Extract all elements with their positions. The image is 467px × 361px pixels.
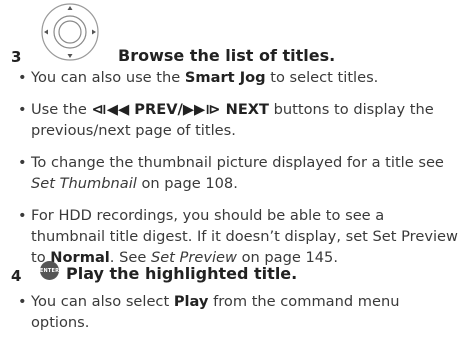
enter-button-icon: ENTER (40, 261, 59, 280)
step-4-bullets: You can also select Play from the comman… (18, 291, 448, 333)
list-item: For HDD recordings, you should be able t… (18, 205, 458, 268)
dpad-icon (41, 3, 99, 61)
step-4-title: Play the highlighted title. (66, 264, 298, 283)
step-3-number: 3 (11, 48, 22, 66)
step-4-number: 4 (11, 267, 22, 285)
step-3-bullets: You can also use the Smart Jog to select… (18, 67, 458, 268)
step-3-title: Browse the list of titles. (118, 46, 336, 65)
smart-jog-keyword: Smart Jog (184, 69, 266, 86)
list-item: You can also use the Smart Jog to select… (18, 67, 458, 88)
list-item: You can also select Play from the comman… (18, 291, 448, 333)
list-item: To change the thumbnail picture displaye… (18, 152, 458, 194)
play-keyword: Play (173, 293, 209, 310)
list-item: Use the ⧏◀◀ PREV/▶▶⧐ NEXT buttons to dis… (18, 99, 458, 141)
set-thumbnail-reference: Set Thumbnail (31, 175, 137, 192)
prev-next-keyword: ⧏◀◀ PREV/▶▶⧐ NEXT (91, 101, 270, 118)
